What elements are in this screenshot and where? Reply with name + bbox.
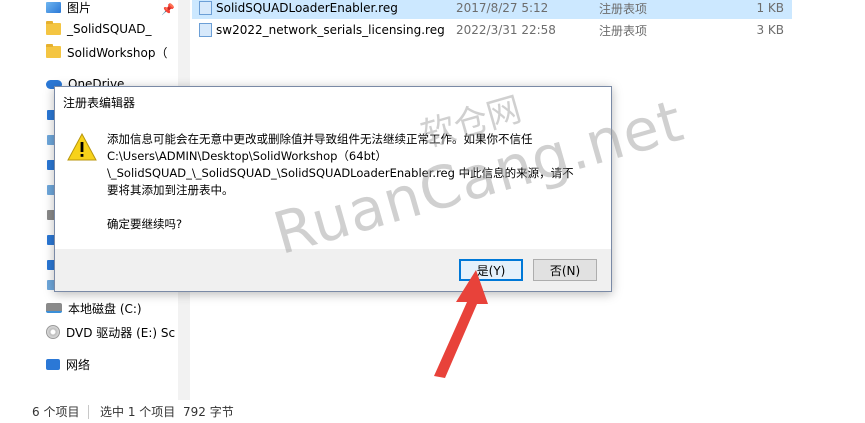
network-icon xyxy=(46,358,60,370)
red-arrow-annotation xyxy=(434,270,488,378)
message-line: 添加信息可能会在无意中更改或删除值并导致组件无法继续正常工作。如果你不信任 xyxy=(107,132,533,146)
nav-item-local-disk-c[interactable]: 本地磁盘 (C:) xyxy=(46,297,142,319)
selected-size: 792 字节 xyxy=(183,405,234,419)
dialog-footer: 是(Y) 否(N) xyxy=(55,249,611,291)
registry-file-icon xyxy=(199,1,212,15)
message-line: 要将其添加到注册表中。 xyxy=(107,183,234,197)
nav-item-solidworkshop[interactable]: SolidWorkshop（ xyxy=(46,41,167,63)
item-count: 6 个项目 xyxy=(32,405,80,419)
registry-file-icon xyxy=(199,23,212,37)
message-line: \_SolidSQUAD_\_SolidSQUAD_\SolidSQUADLoa… xyxy=(107,166,574,180)
folder-icon xyxy=(46,44,61,58)
file-row[interactable]: sw2022_network_serials_licensing.reg 202… xyxy=(192,19,792,41)
dialog-message: 添加信息可能会在无意中更改或删除值并导致组件无法继续正常工作。如果你不信任 C:… xyxy=(107,131,602,233)
registry-editor-dialog: 注册表编辑器 添加信息可能会在无意中更改或删除值并导致组件无法继续正常工作。如果… xyxy=(54,86,612,292)
confirm-question: 确定要继续吗? xyxy=(107,217,183,231)
message-line: C:\Users\ADMIN\Desktop\SolidWorkshop（64b… xyxy=(107,149,387,163)
selected-count: 选中 1 个项目 xyxy=(100,405,176,419)
pin-icon: 📌 xyxy=(161,3,175,16)
warning-icon xyxy=(67,133,97,161)
folder-icon xyxy=(46,21,61,35)
nav-item-solidsquad[interactable]: _SolidSQUAD_ xyxy=(46,18,152,40)
dialog-body: 添加信息可能会在无意中更改或删除值并导致组件无法继续正常工作。如果你不信任 C:… xyxy=(55,115,611,248)
nav-item-pictures[interactable]: 图片 xyxy=(46,0,91,18)
status-bar: 6 个项目 选中 1 个项目 792 字节 xyxy=(0,400,865,423)
file-explorer-window: 图片 📌 _SolidSQUAD_ SolidWorkshop（ OneDriv… xyxy=(0,0,865,423)
drive-icon xyxy=(46,303,62,313)
image-icon xyxy=(46,1,61,13)
file-row[interactable]: SolidSQUADLoaderEnabler.reg 2017/8/27 5:… xyxy=(192,0,792,19)
dialog-title: 注册表编辑器 xyxy=(63,96,136,110)
no-button[interactable]: 否(N) xyxy=(533,259,597,281)
dvd-icon xyxy=(46,325,60,339)
nav-item-dvd-drive-e[interactable]: DVD 驱动器 (E:) Sc xyxy=(46,321,175,343)
status-divider xyxy=(88,404,89,419)
nav-item-network[interactable]: 网络 xyxy=(46,353,90,375)
